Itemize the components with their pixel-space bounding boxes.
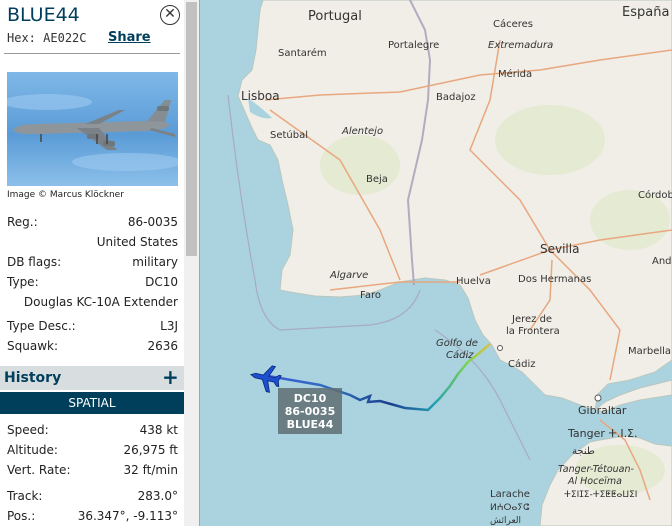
history-header[interactable]: History + bbox=[0, 365, 184, 390]
panel-scrollbar[interactable] bbox=[184, 0, 199, 526]
squawk-value: 2636 bbox=[147, 339, 178, 353]
map-label-larache-tf: ⵍⵄⵔⴰⵢⵛ bbox=[490, 503, 530, 513]
map-label-huelva: Huelva bbox=[456, 276, 491, 287]
reg-value: 86-0035 bbox=[127, 215, 178, 229]
hex-value: AE022C bbox=[43, 31, 87, 45]
pos-label: Pos.: bbox=[7, 509, 36, 523]
typedesc-value: L3J bbox=[160, 319, 178, 333]
map-label-andalucia-fragment: Anda bbox=[652, 256, 672, 267]
map-label-espana: España bbox=[622, 5, 669, 20]
map-label-golfo-1: Golfo de bbox=[436, 338, 478, 349]
map-label-dos-hermanas: Dos Hermanas bbox=[518, 274, 591, 285]
dbflags-label: DB flags: bbox=[7, 255, 62, 269]
map-label-santarem: Santarém bbox=[278, 47, 327, 59]
altitude-label: Altitude: bbox=[7, 443, 58, 457]
map-label-extremadura: Extremadura bbox=[488, 40, 553, 51]
map-label-caceres: Cáceres bbox=[493, 18, 533, 30]
map-label-larache: Larache bbox=[490, 489, 530, 500]
map-label-jerez-1: Jerez de bbox=[511, 314, 552, 325]
tag-callsign: BLUE44 bbox=[287, 418, 334, 431]
map-label-cordoba: Córdoba bbox=[638, 189, 672, 201]
spatial-section-header[interactable]: SPATIAL bbox=[0, 392, 184, 414]
map-label-portalegre: Portalegre bbox=[388, 40, 439, 51]
aircraft-info-panel: BLUE44 ✕ Hex: AE022C Share Image © Marcu… bbox=[0, 0, 200, 526]
map-label-jerez-2: la Frontera bbox=[506, 326, 560, 337]
map-label-setubal: Setúbal bbox=[270, 129, 308, 141]
map-label-tetouan-2: Al Hoceïma bbox=[567, 476, 622, 487]
type-value: DC10 bbox=[145, 275, 178, 289]
aircraft-label-tag[interactable]: DC10 86-0035 BLUE44 bbox=[278, 388, 342, 434]
map-label-portugal: Portugal bbox=[308, 9, 362, 24]
divider bbox=[4, 53, 180, 54]
map-label-tanger: Tanger ⵜ.ⵏ.ⵉ. bbox=[567, 427, 638, 440]
tag-type: DC10 bbox=[294, 392, 327, 405]
city-marker bbox=[497, 345, 503, 351]
pos-value: 36.347°, -9.113° bbox=[77, 509, 178, 523]
hex-label: Hex: bbox=[7, 31, 36, 45]
map-label-lisboa: Lisboa bbox=[241, 89, 280, 103]
map-label-sevilla: Sevilla bbox=[540, 242, 579, 256]
scrollbar-thumb[interactable] bbox=[186, 2, 197, 256]
aircraft-photo[interactable] bbox=[7, 72, 178, 186]
map-label-alentejo: Alentejo bbox=[341, 126, 383, 137]
map-label-larache-ar: العرائش bbox=[490, 516, 521, 526]
country-value: United States bbox=[96, 235, 178, 249]
altitude-value: 26,975 ft bbox=[123, 443, 178, 457]
speed-label: Speed: bbox=[7, 423, 49, 437]
map-label-tanger-ar: طنجة bbox=[572, 446, 595, 457]
map-label-merida: Mérida bbox=[498, 68, 532, 80]
map-label-marbella: Marbella bbox=[628, 346, 671, 357]
speed-value: 438 kt bbox=[139, 423, 178, 437]
close-icon[interactable]: ✕ bbox=[160, 5, 180, 25]
squawk-label: Squawk: bbox=[7, 339, 58, 353]
hex-row: Hex: AE022C bbox=[7, 31, 87, 45]
type-name-value: Douglas KC-10A Extender bbox=[23, 295, 178, 309]
track-label: Track: bbox=[7, 489, 43, 503]
map-label-beja: Beja bbox=[366, 174, 388, 185]
map-label-gibraltar: Gibraltar bbox=[578, 404, 627, 417]
callsign-title: BLUE44 bbox=[7, 4, 80, 26]
map-label-faro: Faro bbox=[360, 290, 381, 301]
map-label-algarve: Algarve bbox=[329, 270, 368, 281]
track-value: 283.0° bbox=[137, 489, 178, 503]
history-label: History bbox=[4, 370, 62, 386]
map-view[interactable]: Portugal España Santarém Portalegre Extr… bbox=[200, 0, 672, 526]
city-marker bbox=[594, 394, 602, 402]
typedesc-label: Type Desc.: bbox=[7, 319, 76, 333]
type-label: Type: bbox=[7, 275, 39, 289]
dbflags-value: military bbox=[132, 255, 178, 269]
tag-reg: 86-0035 bbox=[285, 405, 336, 418]
vrate-value: 32 ft/min bbox=[123, 463, 178, 477]
reg-label: Reg.: bbox=[7, 215, 38, 229]
map-label-tetouan-3: ⵜⵉⵏⵊⵉ-ⵜⵉⵟⵟⴰⵡⵉⵏ bbox=[564, 490, 637, 500]
map-label-cadiz: Cádiz bbox=[508, 358, 536, 370]
share-link[interactable]: Share bbox=[108, 30, 151, 45]
photo-credit: Image © Marcus Klöckner bbox=[7, 190, 124, 200]
map-label-tetouan-1: Tanger-Tétouan- bbox=[558, 464, 635, 475]
map-label-badajoz: Badajoz bbox=[436, 92, 476, 103]
expand-plus-icon[interactable]: + bbox=[162, 365, 179, 389]
vrate-label: Vert. Rate: bbox=[7, 463, 71, 477]
